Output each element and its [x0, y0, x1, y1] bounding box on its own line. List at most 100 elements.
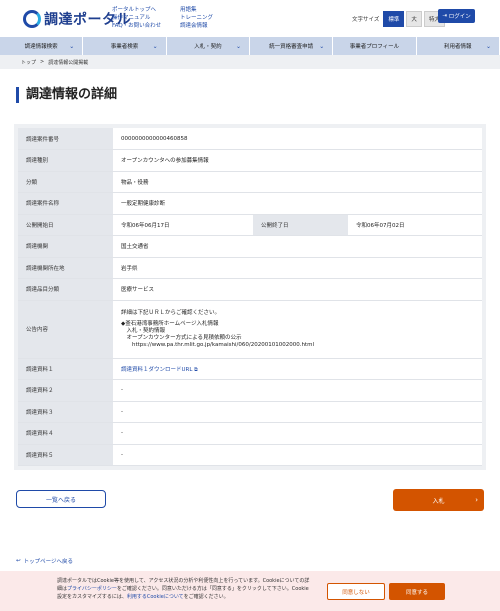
bid-label: 入札: [432, 497, 445, 505]
table-row: 調達案件番号 0000000000000460858: [18, 128, 482, 150]
site-header: 調達ポータル ポータルトップへ 操作マニュアル FAQ・お問い合わせ 用語集 ト…: [0, 0, 500, 37]
row-label: 調達資料４: [18, 422, 113, 445]
chevron-down-icon: ⌄: [319, 42, 325, 50]
row-label: 調達機関: [18, 235, 113, 258]
notice-content: 詳細は下記ＵＲＬからご確認ください。 ◆釜石港湾事務所ホームページ入札情報 入札…: [113, 300, 482, 359]
chevron-down-icon: ⌄: [485, 42, 491, 50]
login-button[interactable]: ⇥ ログイン: [438, 9, 475, 23]
doc1-download-link[interactable]: 調達資料１ダウンロードURL ⧉: [113, 358, 482, 380]
nav-item-bid-contract[interactable]: 入札・契約 ⌄: [167, 37, 250, 55]
table-row: 調達機関所在地 岩手県: [18, 257, 482, 279]
notice-line: 詳細は下記ＵＲＬからご確認ください。: [121, 309, 221, 316]
category-value: 物品・役務: [113, 171, 482, 193]
meeting-info-link[interactable]: 調達会情報: [180, 22, 213, 30]
breadcrumb-separator: >: [40, 59, 45, 65]
cookie-usage-link[interactable]: 利用するCookieについて: [127, 594, 184, 600]
row-label: 調達資料３: [18, 401, 113, 423]
row-label: 調達品目分類: [18, 278, 113, 301]
portal-top-link[interactable]: ポータルトップへ: [112, 6, 161, 14]
nav-label: 統一資格審査申請: [269, 44, 314, 50]
font-size-standard-button[interactable]: 標準: [383, 11, 405, 27]
font-size-label: 文字サイズ: [352, 17, 380, 23]
nav-label: 調達情報検索: [24, 44, 58, 50]
header-links-secondary: 用語集 トレーニング 調達会情報: [180, 6, 213, 30]
doc5-value: -: [113, 444, 482, 466]
faq-link[interactable]: FAQ・お問い合わせ: [112, 22, 161, 30]
login-label: ログイン: [448, 14, 471, 20]
doc1-link-text: 調達資料１ダウンロードURL: [121, 366, 193, 373]
cookie-message: 調達ポータルではCookie等を使用して、アクセス状況の分析や利便性向上を行って…: [57, 577, 312, 601]
nav-item-business-search[interactable]: 事業者検索 ⌄: [83, 37, 167, 55]
table-row: 調達案件名称 一般定期健康診断: [18, 192, 482, 215]
type-value: オープンカウンタへの参加募集情報: [113, 149, 482, 172]
bid-button[interactable]: 入札 ›: [393, 489, 484, 511]
font-size-large-button[interactable]: 大: [406, 11, 422, 27]
chevron-down-icon: ⌄: [69, 42, 75, 50]
chevron-down-icon: ⌄: [152, 42, 158, 50]
cookie-decline-button[interactable]: 同意しない: [327, 583, 385, 600]
case-number-value: 0000000000000460858: [113, 128, 482, 150]
item-category-value: 医療サービス: [113, 278, 482, 301]
chevron-right-icon: ›: [475, 496, 478, 504]
back-to-list-button[interactable]: 一覧へ戻る: [16, 490, 106, 508]
cookie-consent-banner: 調達ポータルではCookie等を使用して、アクセス状況の分析や利便性向上を行って…: [0, 571, 500, 611]
nav-item-user-info[interactable]: 利用者情報 ⌄: [417, 37, 500, 55]
breadcrumb-current: 調達情報公開掲載: [48, 59, 89, 66]
cookie-accept-button[interactable]: 同意する: [389, 583, 445, 600]
row-label: 調達案件名称: [18, 192, 113, 215]
details-table: 調達案件番号 0000000000000460858 調達種別 オープンカウンタ…: [18, 128, 482, 466]
details-panel: 調達案件番号 0000000000000460858 調達種別 オープンカウンタ…: [14, 124, 486, 470]
notice-line: 入札・契約情報: [121, 327, 166, 334]
nav-item-procurement-search[interactable]: 調達情報検索 ⌄: [0, 37, 84, 55]
row-label: 公開終了日: [253, 214, 348, 236]
training-link[interactable]: トレーニング: [180, 14, 213, 22]
row-label: 調達案件番号: [18, 128, 113, 150]
row-label: 調達資料１: [18, 358, 113, 380]
table-row: 調達種別 オープンカウンタへの参加募集情報: [18, 149, 482, 172]
notice-line: ◆釜石港湾事務所ホームページ入札情報: [121, 320, 219, 327]
nav-label: 事業者プロフィール: [349, 44, 400, 50]
row-label: 分類: [18, 171, 113, 193]
nav-label: 入札・契約: [194, 44, 222, 50]
row-label: 調達種別: [18, 149, 113, 172]
start-date-value: 令和06年06月17日: [113, 214, 253, 236]
logo-mark-icon: [23, 10, 41, 28]
glossary-link[interactable]: 用語集: [180, 6, 213, 14]
table-row: 調達資料４ -: [18, 422, 482, 445]
table-row: 公告内容 詳細は下記ＵＲＬからご確認ください。 ◆釜石港湾事務所ホームページ入札…: [18, 300, 482, 359]
table-row: 調達資料１ 調達資料１ダウンロードURL ⧉: [18, 358, 482, 380]
table-row: 公開開始日 令和06年06月17日 公開終了日 令和06年07月02日: [18, 214, 482, 236]
notice-url[interactable]: https://www.pa.thr.mlit.go.jp/kamaishi/0…: [121, 342, 482, 349]
case-name-value: 一般定期健康診断: [113, 192, 482, 215]
external-link-icon: ⧉: [194, 366, 198, 373]
table-row: 調達機関 国土交通省: [18, 235, 482, 258]
nav-item-business-profile[interactable]: 事業者プロフィール: [333, 37, 417, 55]
chevron-down-icon: ⌄: [235, 42, 241, 50]
nav-label: 利用者情報: [444, 44, 472, 50]
row-label: 調達資料２: [18, 379, 113, 402]
nav-label: 事業者検索: [110, 44, 139, 50]
table-row: 調達資料２ -: [18, 379, 482, 402]
table-row: 分類 物品・役務: [18, 171, 482, 193]
login-icon: ⇥: [442, 13, 447, 19]
row-label: 調達機関所在地: [18, 257, 113, 279]
agency-value: 国土交通省: [113, 235, 482, 258]
row-label: 公告内容: [18, 300, 113, 359]
breadcrumb-home[interactable]: トップ: [21, 59, 36, 66]
notice-line: オープンカウンター方式による見積依頼の公示: [121, 334, 242, 341]
cookie-text-part: をご確認ください。: [183, 594, 229, 600]
back-to-top-link[interactable]: ↩ トップページへ戻る: [16, 557, 73, 565]
breadcrumb: トップ > 調達情報公開掲載: [0, 55, 500, 69]
font-size-switcher: 文字サイズ 標準 大 特大: [352, 11, 445, 27]
manual-link[interactable]: 操作マニュアル: [112, 14, 161, 22]
nav-item-qualification[interactable]: 統一資格審査申請 ⌄: [250, 37, 334, 55]
main-nav: 調達情報検索 ⌄ 事業者検索 ⌄ 入札・契約 ⌄ 統一資格審査申請 ⌄ 事業者プ…: [0, 37, 500, 55]
doc4-value: -: [113, 422, 482, 445]
privacy-policy-link[interactable]: プライバシーポリシー: [67, 586, 117, 592]
header-links-primary: ポータルトップへ 操作マニュアル FAQ・お問い合わせ: [112, 6, 161, 30]
location-value: 岩手県: [113, 257, 482, 279]
table-row: 調達資料５ -: [18, 444, 482, 466]
return-arrow-icon: ↩: [16, 558, 21, 564]
page-title: 調達情報の詳細: [16, 87, 117, 103]
doc3-value: -: [113, 401, 482, 423]
